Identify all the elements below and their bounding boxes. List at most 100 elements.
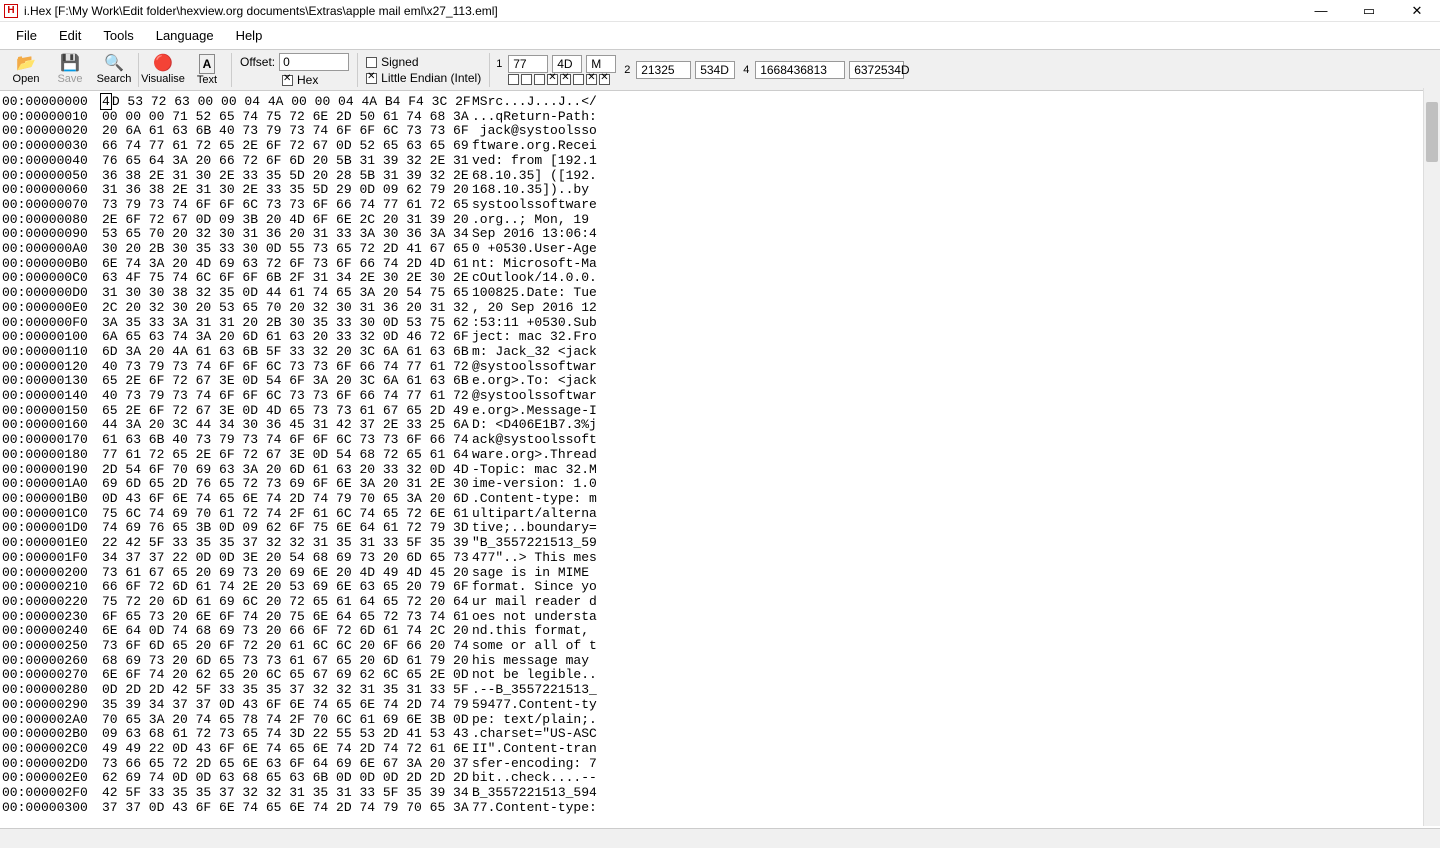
hex-row[interactable]: 00:0000006031 36 38 2E 31 30 2E 33 35 5D… (2, 183, 1438, 198)
hex-bytes[interactable]: 65 2E 6F 72 67 3E 0D 4D 65 73 73 61 67 6… (102, 404, 442, 419)
hex-bytes[interactable]: 75 6C 74 69 70 61 72 74 2F 61 6C 74 65 7… (102, 507, 442, 522)
hex-bytes[interactable]: 76 65 64 3A 20 66 72 6F 6D 20 5B 31 39 3… (102, 154, 442, 169)
hex-bytes[interactable]: 31 30 30 38 32 35 0D 44 61 74 65 3A 20 5… (102, 286, 442, 301)
hex-row[interactable]: 00:000002E062 69 74 0D 0D 63 68 65 63 6B… (2, 771, 1438, 786)
ascii-text[interactable]: e.org>.Message-I (442, 404, 597, 419)
value-hex-4[interactable]: 6372534D (849, 61, 904, 79)
hex-bytes[interactable]: 68 69 73 20 6D 65 73 73 61 67 65 20 6D 6… (102, 654, 442, 669)
ascii-text[interactable]: B_3557221513_594 (442, 786, 597, 801)
ascii-text[interactable]: cOutlook/14.0.0. (442, 271, 597, 286)
value-char-1[interactable]: M (586, 55, 616, 73)
hex-bytes[interactable]: 69 6D 65 2D 76 65 72 73 69 6F 6E 3A 20 3… (102, 477, 442, 492)
hex-row[interactable]: 00:000000802E 6F 72 67 0D 09 3B 20 4D 6F… (2, 213, 1438, 228)
ascii-text[interactable]: sfer-encoding: 7 (442, 757, 597, 772)
hex-row[interactable]: 00:000001902D 54 6F 70 69 63 3A 20 6D 61… (2, 463, 1438, 478)
ascii-text[interactable]: bit..check....-- (442, 771, 597, 786)
bit-checkbox[interactable] (560, 74, 571, 85)
ascii-text[interactable]: @systoolssoftwar (442, 360, 597, 375)
hex-bytes[interactable]: 6E 6F 74 20 62 65 20 6C 65 67 69 62 6C 6… (102, 668, 442, 683)
hex-row[interactable]: 00:000002800D 2D 2D 42 5F 33 35 35 37 32… (2, 683, 1438, 698)
bit-checkbox[interactable] (547, 74, 558, 85)
hex-row[interactable]: 00:000001C075 6C 74 69 70 61 72 74 2F 61… (2, 507, 1438, 522)
hex-bytes[interactable]: 22 42 5F 33 35 35 37 32 32 31 35 31 33 5… (102, 536, 442, 551)
bit-checkbox[interactable] (534, 74, 545, 85)
hex-row[interactable]: 00:0000002020 6A 61 63 6B 40 73 79 73 74… (2, 124, 1438, 139)
menu-edit[interactable]: Edit (49, 26, 91, 45)
ascii-text[interactable]: Sep 2016 13:06:4 (442, 227, 597, 242)
hex-row[interactable]: 00:000000A030 20 2B 30 35 33 30 0D 55 73… (2, 242, 1438, 257)
hex-bytes[interactable]: 66 6F 72 6D 61 74 2E 20 53 69 6E 63 65 2… (102, 580, 442, 595)
menu-file[interactable]: File (6, 26, 47, 45)
ascii-text[interactable]: format. Since yo (442, 580, 597, 595)
hex-row[interactable]: 00:000000E02C 20 32 30 20 53 65 70 20 32… (2, 301, 1438, 316)
hex-bytes[interactable]: 75 72 20 6D 61 69 6C 20 72 65 61 64 65 7… (102, 595, 442, 610)
ascii-text[interactable]: .charset="US-ASC (442, 727, 597, 742)
hex-row[interactable]: 00:0000004076 65 64 3A 20 66 72 6F 6D 20… (2, 154, 1438, 169)
hex-row[interactable]: 00:0000001000 00 00 71 52 65 74 75 72 6E… (2, 110, 1438, 125)
hex-bytes[interactable]: 35 39 34 37 37 0D 43 6F 6E 74 65 6E 74 2… (102, 698, 442, 713)
bit-checkbox[interactable] (599, 74, 610, 85)
ascii-text[interactable]: .Content-type: m (442, 492, 597, 507)
hex-row[interactable]: 00:000000F03A 35 33 3A 31 31 20 2B 30 35… (2, 316, 1438, 331)
ascii-text[interactable]: ved: from [192.1 (442, 154, 597, 169)
hex-bytes[interactable]: 61 63 6B 40 73 79 73 74 6F 6F 6C 73 73 6… (102, 433, 442, 448)
hex-row[interactable]: 00:000002F042 5F 33 35 35 37 32 32 31 35… (2, 786, 1438, 801)
hex-row[interactable]: 00:000002706E 6F 74 20 62 65 20 6C 65 67… (2, 668, 1438, 683)
hex-row[interactable]: 00:000002406E 64 0D 74 68 69 73 20 66 6F… (2, 624, 1438, 639)
endian-checkbox[interactable] (366, 73, 377, 84)
bit-checkbox[interactable] (521, 74, 532, 85)
hex-row[interactable]: 00:000002B009 63 68 61 72 73 65 74 3D 22… (2, 727, 1438, 742)
hex-row[interactable]: 00:0000015065 2E 6F 72 67 3E 0D 4D 65 73… (2, 404, 1438, 419)
bit-checkbox[interactable] (586, 74, 597, 85)
hex-row[interactable]: 00:0000005036 38 2E 31 30 2E 33 35 5D 20… (2, 169, 1438, 184)
hex-row[interactable]: 00:0000003066 74 77 61 72 65 2E 6F 72 67… (2, 139, 1438, 154)
ascii-text[interactable]: 100825.Date: Tue (442, 286, 597, 301)
hex-row[interactable]: 00:000000D031 30 30 38 32 35 0D 44 61 74… (2, 286, 1438, 301)
hex-bytes[interactable]: 0D 43 6F 6E 74 65 6E 74 2D 74 79 70 65 3… (102, 492, 442, 507)
hex-row[interactable]: 00:000001A069 6D 65 2D 76 65 72 73 69 6F… (2, 477, 1438, 492)
hex-row[interactable]: 00:0000017061 63 6B 40 73 79 73 74 6F 6F… (2, 433, 1438, 448)
ascii-text[interactable]: some or all of t (442, 639, 597, 654)
hex-row[interactable]: 00:000001E022 42 5F 33 35 35 37 32 32 31… (2, 536, 1438, 551)
hex-bytes[interactable]: 49 49 22 0D 43 6F 6E 74 65 6E 74 2D 74 7… (102, 742, 442, 757)
ascii-text[interactable]: nd.this format, (442, 624, 597, 639)
ascii-text[interactable]: ject: mac 32.Fro (442, 330, 597, 345)
hex-row[interactable]: 00:000002A070 65 3A 20 74 65 78 74 2F 70… (2, 713, 1438, 728)
ascii-text[interactable]: m: Jack_32 <jack (442, 345, 597, 360)
hex-row[interactable]: 00:0000022075 72 20 6D 61 69 6C 20 72 65… (2, 595, 1438, 610)
search-button[interactable]: 🔍Search (92, 51, 136, 89)
hex-bytes[interactable]: 73 79 73 74 6F 6F 6C 73 73 6F 66 74 77 6… (102, 198, 442, 213)
value-hex-2[interactable]: 534D (695, 61, 735, 79)
hex-row[interactable]: 00:000001F034 37 37 22 0D 0D 3E 20 54 68… (2, 551, 1438, 566)
hex-row[interactable]: 00:0000014040 73 79 73 74 6F 6F 6C 73 73… (2, 389, 1438, 404)
ascii-text[interactable]: D: <D406E1B7.3%j (442, 418, 597, 433)
hex-row[interactable]: 00:000000B06E 74 3A 20 4D 69 63 72 6F 73… (2, 257, 1438, 272)
hex-row[interactable]: 00:0000018077 61 72 65 2E 6F 72 67 3E 0D… (2, 448, 1438, 463)
hex-row[interactable]: 00:000002C049 49 22 0D 43 6F 6E 74 65 6E… (2, 742, 1438, 757)
ascii-text[interactable]: sage is in MIME (442, 566, 597, 581)
hex-row[interactable]: 00:000000C063 4F 75 74 6C 6F 6F 6B 2F 31… (2, 271, 1438, 286)
hex-row[interactable]: 00:000001006A 65 63 74 3A 20 6D 61 63 20… (2, 330, 1438, 345)
hex-row[interactable]: 00:0000007073 79 73 74 6F 6F 6C 73 73 6F… (2, 198, 1438, 213)
minimize-button[interactable]: — (1306, 0, 1336, 22)
ascii-text[interactable]: 77.Content-type: (442, 801, 597, 816)
ascii-text[interactable]: , 20 Sep 2016 12 (442, 301, 597, 316)
ascii-text[interactable]: e.org>.To: <jack (442, 374, 597, 389)
hex-checkbox[interactable] (282, 75, 293, 86)
hex-bytes[interactable]: 6F 65 73 20 6E 6F 74 20 75 6E 64 65 72 7… (102, 610, 442, 625)
hex-bytes[interactable]: 6D 3A 20 4A 61 63 6B 5F 33 32 20 3C 6A 6… (102, 345, 442, 360)
hex-row[interactable]: 00:000001D074 69 76 65 3B 0D 09 62 6F 75… (2, 521, 1438, 536)
hex-row[interactable]: 00:0000021066 6F 72 6D 61 74 2E 20 53 69… (2, 580, 1438, 595)
hex-bytes[interactable]: 53 65 70 20 32 30 31 36 20 31 33 3A 30 3… (102, 227, 442, 242)
hex-row[interactable]: 00:0000030037 37 0D 43 6F 6E 74 65 6E 74… (2, 801, 1438, 816)
hex-bytes[interactable]: 36 38 2E 31 30 2E 33 35 5D 20 28 5B 31 3… (102, 169, 442, 184)
ascii-text[interactable]: II".Content-tran (442, 742, 597, 757)
signed-checkbox[interactable] (366, 57, 377, 68)
open-button[interactable]: 📂Open (4, 51, 48, 89)
ascii-text[interactable]: ware.org>.Thread (442, 448, 597, 463)
ascii-text[interactable]: ack@systoolssoft (442, 433, 597, 448)
hex-bytes[interactable]: 77 61 72 65 2E 6F 72 67 3E 0D 54 68 72 6… (102, 448, 442, 463)
hex-bytes[interactable]: 73 61 67 65 20 69 73 20 69 6E 20 4D 49 4… (102, 566, 442, 581)
hex-bytes[interactable]: 40 73 79 73 74 6F 6F 6C 73 73 6F 66 74 7… (102, 360, 442, 375)
text-button[interactable]: AText (185, 51, 229, 89)
